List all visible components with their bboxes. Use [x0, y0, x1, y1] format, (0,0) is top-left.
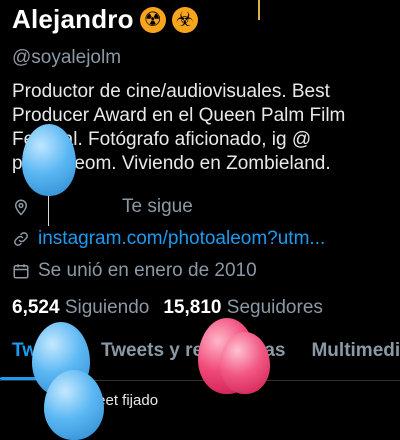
- joined-row: Se unió en enero de 2010: [12, 260, 257, 282]
- radioactive-icon: ☢: [139, 6, 166, 33]
- balloon-decoration: [44, 370, 104, 440]
- followers-label: Seguidores: [226, 297, 323, 318]
- link-icon: [12, 230, 30, 248]
- handle: @soyalejolm: [12, 47, 122, 68]
- followers-count: 15,810: [163, 297, 222, 318]
- following-label: Siguiendo: [64, 297, 150, 318]
- following-stat[interactable]: 6,524 Siguiendo: [12, 297, 149, 319]
- joined-date: Se unió en enero de 2010: [38, 260, 257, 281]
- followers-stat[interactable]: 15,810 Seguidores: [163, 297, 323, 319]
- streamer-decoration: [258, 0, 260, 20]
- calendar-icon: [12, 262, 30, 280]
- tab-media[interactable]: Multimedia: [311, 340, 400, 376]
- website-link[interactable]: instagram.com/photoaleom?utm...: [38, 228, 325, 250]
- location-pin-icon: [12, 198, 30, 216]
- balloon-decoration: [220, 332, 270, 394]
- display-name: Alejandro: [12, 4, 134, 34]
- location-row: Te sigue: [12, 196, 193, 218]
- website-row[interactable]: instagram.com/photoaleom?utm...: [12, 228, 325, 250]
- balloon-decoration: [22, 124, 76, 196]
- following-count: 6,524: [12, 297, 60, 318]
- follows-you-badge: Te sigue: [122, 196, 193, 217]
- name-row: Alejandro ☢ ☣: [12, 4, 198, 35]
- follow-stats: 6,524 Siguiendo 15,810 Seguidores: [12, 297, 323, 319]
- biohazard-icon: ☣: [171, 6, 198, 33]
- balloon-string: [48, 196, 49, 226]
